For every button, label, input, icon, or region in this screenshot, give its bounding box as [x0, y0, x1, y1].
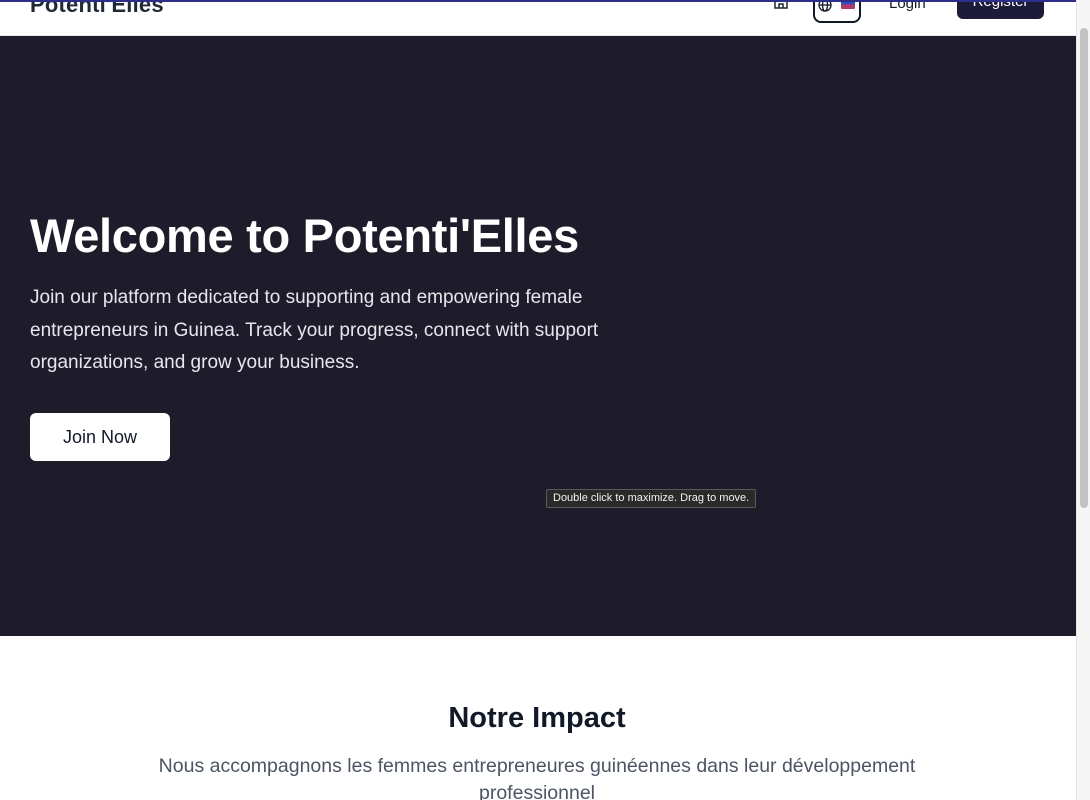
window-tooltip: Double click to maximize. Drag to move.	[546, 489, 757, 508]
vertical-scrollbar[interactable]	[1076, 0, 1090, 800]
language-switcher-button[interactable]	[813, 0, 861, 23]
top-accent-line	[0, 0, 1076, 2]
hero-title: Welcome to Potenti'Elles	[30, 209, 579, 262]
site-header: Potenti'Elles Login Register	[0, 0, 1076, 36]
hero-section: Welcome to Potenti'Elles Join our platfo…	[0, 36, 1076, 636]
register-button[interactable]: Register	[957, 0, 1044, 19]
globe-icon	[818, 0, 832, 15]
brand-logo[interactable]: Potenti'Elles	[30, 0, 164, 18]
home-icon[interactable]	[769, 0, 793, 14]
impact-section: Notre Impact Nous accompagnons les femme…	[0, 636, 1076, 800]
impact-description: Nous accompagnons les femmes entrepreneu…	[158, 755, 916, 800]
scrollbar-thumb[interactable]	[1080, 28, 1088, 508]
page-viewport: Potenti'Elles Login Register Welcome to …	[0, 0, 1076, 800]
join-now-button[interactable]: Join Now	[30, 413, 170, 461]
hero-description: Join our platform dedicated to supportin…	[30, 287, 599, 373]
impact-title: Notre Impact	[448, 702, 626, 734]
